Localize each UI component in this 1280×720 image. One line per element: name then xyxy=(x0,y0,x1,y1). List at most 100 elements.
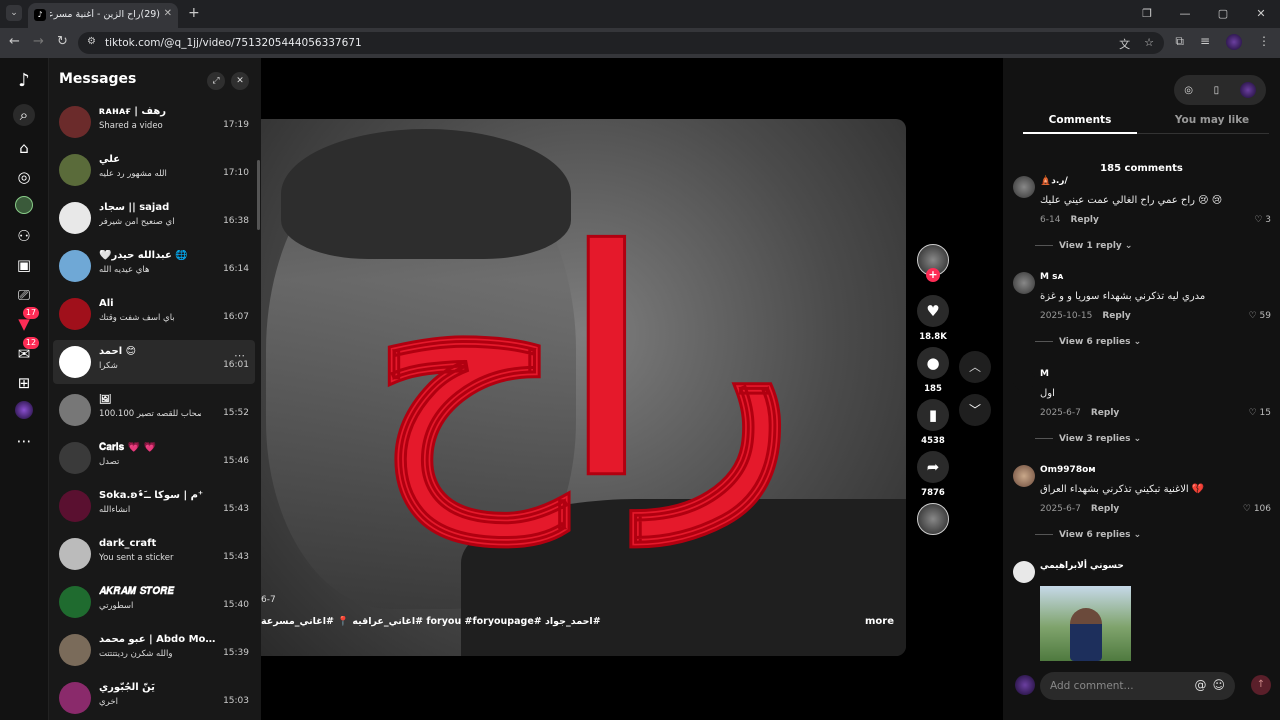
browser-tab[interactable]: ♪ (29)راح الزين - أغنية مسرعة للفنا... ✕ xyxy=(28,3,178,28)
avatar[interactable] xyxy=(59,250,91,282)
caption-more-link[interactable]: more xyxy=(865,616,894,627)
user-avatar[interactable] xyxy=(1239,82,1256,98)
avatar[interactable] xyxy=(1013,176,1035,198)
tab-search-icon[interactable]: ⌄ xyxy=(6,5,22,21)
following-avatar-icon[interactable] xyxy=(13,196,35,218)
view-replies-button[interactable]: View 6 replies ⌄ xyxy=(1035,530,1141,540)
avatar[interactable] xyxy=(59,154,91,186)
url-field[interactable]: ⚙ tiktok.com/@q_1jj/video/75132054440563… xyxy=(78,32,1164,54)
previous-video-button[interactable]: ︿ xyxy=(959,351,991,383)
conversation-item[interactable]: علي الله مشهور رد عليه 17:10 xyxy=(53,148,255,192)
explore-icon[interactable]: ◎ xyxy=(13,166,35,188)
send-icon[interactable]: ↑ xyxy=(1251,675,1271,695)
next-video-button[interactable]: ﹀ xyxy=(959,394,991,426)
close-window-icon[interactable]: ✕ xyxy=(1242,0,1280,28)
comment-like[interactable]: ♡ 3 xyxy=(1254,215,1271,225)
more-options-icon[interactable]: ⋯ xyxy=(234,349,245,362)
comment-user[interactable]: M ꜱᴀ xyxy=(1040,272,1063,282)
comment-like[interactable]: ♡ 15 xyxy=(1249,408,1271,418)
conversation-item[interactable]: احمد 😊 شكرا 16:01 ⋯ xyxy=(53,340,255,384)
tiktok-logo-icon[interactable]: ♪ xyxy=(13,70,35,92)
heart-outline-icon[interactable]: ♡ xyxy=(1249,311,1257,321)
tab-you-may-like[interactable]: You may like xyxy=(1155,114,1269,132)
like-action[interactable]: ♥ 18.8K xyxy=(917,295,949,342)
avatar[interactable] xyxy=(59,346,91,378)
avatar[interactable] xyxy=(59,442,91,474)
conversation-item[interactable]: 🖼 100.100 هتصر صحاب للقصه تصير 15:52 xyxy=(53,388,255,432)
view-replies-button[interactable]: View 3 replies ⌄ xyxy=(1035,434,1141,444)
avatar[interactable] xyxy=(1013,561,1035,583)
sound-disc-icon[interactable] xyxy=(917,503,949,535)
forward-icon[interactable]: → xyxy=(33,34,44,49)
share-action[interactable]: ➦ 7876 xyxy=(917,451,949,498)
profile-avatar[interactable] xyxy=(1226,34,1242,50)
view-replies-button[interactable]: View 1 reply ⌄ xyxy=(1035,241,1132,251)
bookmark-star-icon[interactable]: ☆ xyxy=(1144,36,1154,52)
emoji-icon[interactable]: ☺ xyxy=(1212,678,1225,692)
avatar[interactable] xyxy=(59,682,91,714)
home-icon[interactable]: ⌂ xyxy=(13,137,35,159)
avatar[interactable] xyxy=(59,394,91,426)
tv-icon[interactable]: ⎚ xyxy=(13,284,35,306)
site-info-icon[interactable]: ⚙ xyxy=(87,36,96,47)
conversation-item[interactable]: 𝐂𝐚𝐫𝐢𝐬 💗 💗 تصدل 15:46 xyxy=(53,436,255,480)
sound-action[interactable] xyxy=(917,503,949,535)
conversation-item[interactable]: 🤍عبدالله حيدر 🌐 هاي عيديه الله 16:14 xyxy=(53,244,255,288)
avatar[interactable] xyxy=(1013,272,1035,294)
phone-icon[interactable]: ▯ xyxy=(1214,85,1220,96)
comment-image[interactable] xyxy=(1040,586,1131,661)
conversation-item[interactable]: 𝑨𝑲𝑹𝑨𝑴 𝑺𝑻𝑶𝑹𝑬 اسطورتي 15:40 xyxy=(53,580,255,624)
save-action[interactable]: ▮ 4538 xyxy=(917,399,949,446)
avatar[interactable] xyxy=(59,202,91,234)
conversation-item[interactable]: Soka.ʚ•ُمِ | سوكا ــَ⁺ انشاءالله 15:43 xyxy=(53,484,255,528)
heart-outline-icon[interactable]: ♡ xyxy=(1254,215,1262,225)
comment-action[interactable]: ● 185 xyxy=(917,347,949,394)
bookmark-icon[interactable]: ▮ xyxy=(917,399,949,431)
minimize-icon[interactable]: — xyxy=(1166,0,1204,28)
heart-outline-icon[interactable]: ♡ xyxy=(1243,504,1251,514)
avatar[interactable] xyxy=(59,634,91,666)
avatar[interactable] xyxy=(59,490,91,522)
more-icon[interactable]: ⋯ xyxy=(13,430,35,452)
share-icon[interactable]: ➦ xyxy=(917,451,949,483)
conversation-item[interactable]: يَنّ الجُبُّوري اخري 15:03 xyxy=(53,676,255,720)
reply-button[interactable]: Reply xyxy=(1102,311,1130,321)
avatar[interactable] xyxy=(1013,369,1035,391)
live-icon[interactable]: ▣ xyxy=(13,254,35,276)
heart-icon[interactable]: ♥ xyxy=(917,295,949,327)
avatar[interactable] xyxy=(59,298,91,330)
conversation-item[interactable]: عبو محمد | Abdo Moham... والله شكرن رديتت… xyxy=(53,628,255,672)
avatar[interactable] xyxy=(59,106,91,138)
menu-icon[interactable]: ⋮ xyxy=(1258,34,1270,50)
heart-outline-icon[interactable]: ♡ xyxy=(1249,408,1257,418)
comment-user[interactable]: حسوني ألابراهيمي xyxy=(1040,561,1124,571)
comment-user[interactable]: 🛕ر.د/ xyxy=(1040,176,1068,186)
profile-icon[interactable] xyxy=(13,401,35,423)
video-player[interactable]: راح 6-7 #احمد_جواد #foryou #foryoupage #… xyxy=(261,119,906,656)
media-icon[interactable]: ≡ xyxy=(1200,34,1210,50)
reload-icon[interactable]: ↻ xyxy=(57,34,68,49)
comment-icon[interactable]: ● xyxy=(917,347,949,379)
comment-user[interactable]: Om9978ᴏᴍ xyxy=(1040,465,1096,475)
new-tab-icon[interactable]: + xyxy=(188,5,200,21)
extensions-icon[interactable]: ⧉ xyxy=(1175,34,1184,50)
avatar[interactable] xyxy=(59,538,91,570)
avatar[interactable] xyxy=(1013,465,1035,487)
expand-icon[interactable]: ⤢ xyxy=(207,72,225,90)
translate-icon[interactable]: 文 xyxy=(1119,36,1130,52)
restore-icon[interactable]: ▢ xyxy=(1204,0,1242,28)
comment-like[interactable]: ♡ 59 xyxy=(1249,311,1271,321)
mention-icon[interactable]: @ xyxy=(1194,678,1206,692)
tab-comments[interactable]: Comments xyxy=(1023,114,1137,134)
creator-avatar-action[interactable]: + xyxy=(917,244,949,282)
close-tab-icon[interactable]: ✕ xyxy=(164,8,172,19)
conversation-item[interactable]: ʀᴀʜᴀғ | رهف Shared a video 17:19 xyxy=(53,100,255,144)
compass-icon[interactable]: ◎ xyxy=(1184,85,1193,96)
conversation-item[interactable]: Ali باي اسف شفت وقتك 16:07 xyxy=(53,292,255,336)
comment-like[interactable]: ♡ 106 xyxy=(1243,504,1271,514)
upload-icon[interactable]: ⊞ xyxy=(13,372,35,394)
follow-plus-icon[interactable]: + xyxy=(926,268,940,282)
conversation-item[interactable]: سجاد || sajad اي صنعيح امن شيرفر 16:38 xyxy=(53,196,255,240)
back-icon[interactable]: ← xyxy=(9,34,20,49)
reply-button[interactable]: Reply xyxy=(1091,504,1119,514)
